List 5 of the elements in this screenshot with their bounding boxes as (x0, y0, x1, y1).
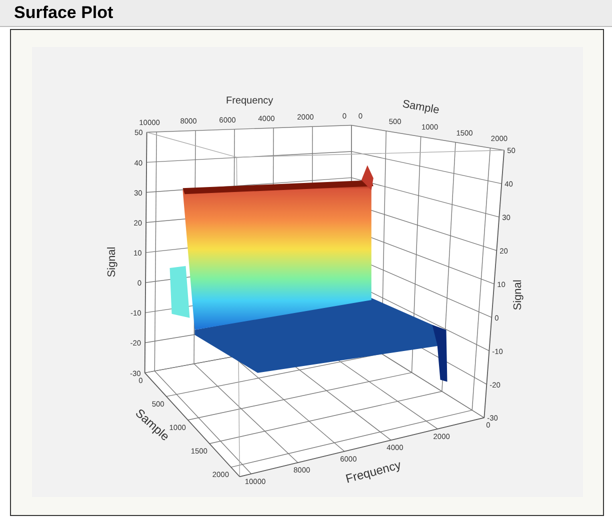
axis-title: Signal (106, 246, 118, 278)
axis-title: Frequency (226, 95, 274, 106)
axis-title: Signal (512, 280, 524, 310)
axis-title: Sample (401, 98, 440, 116)
panel-title: Surface Plot (14, 3, 114, 22)
